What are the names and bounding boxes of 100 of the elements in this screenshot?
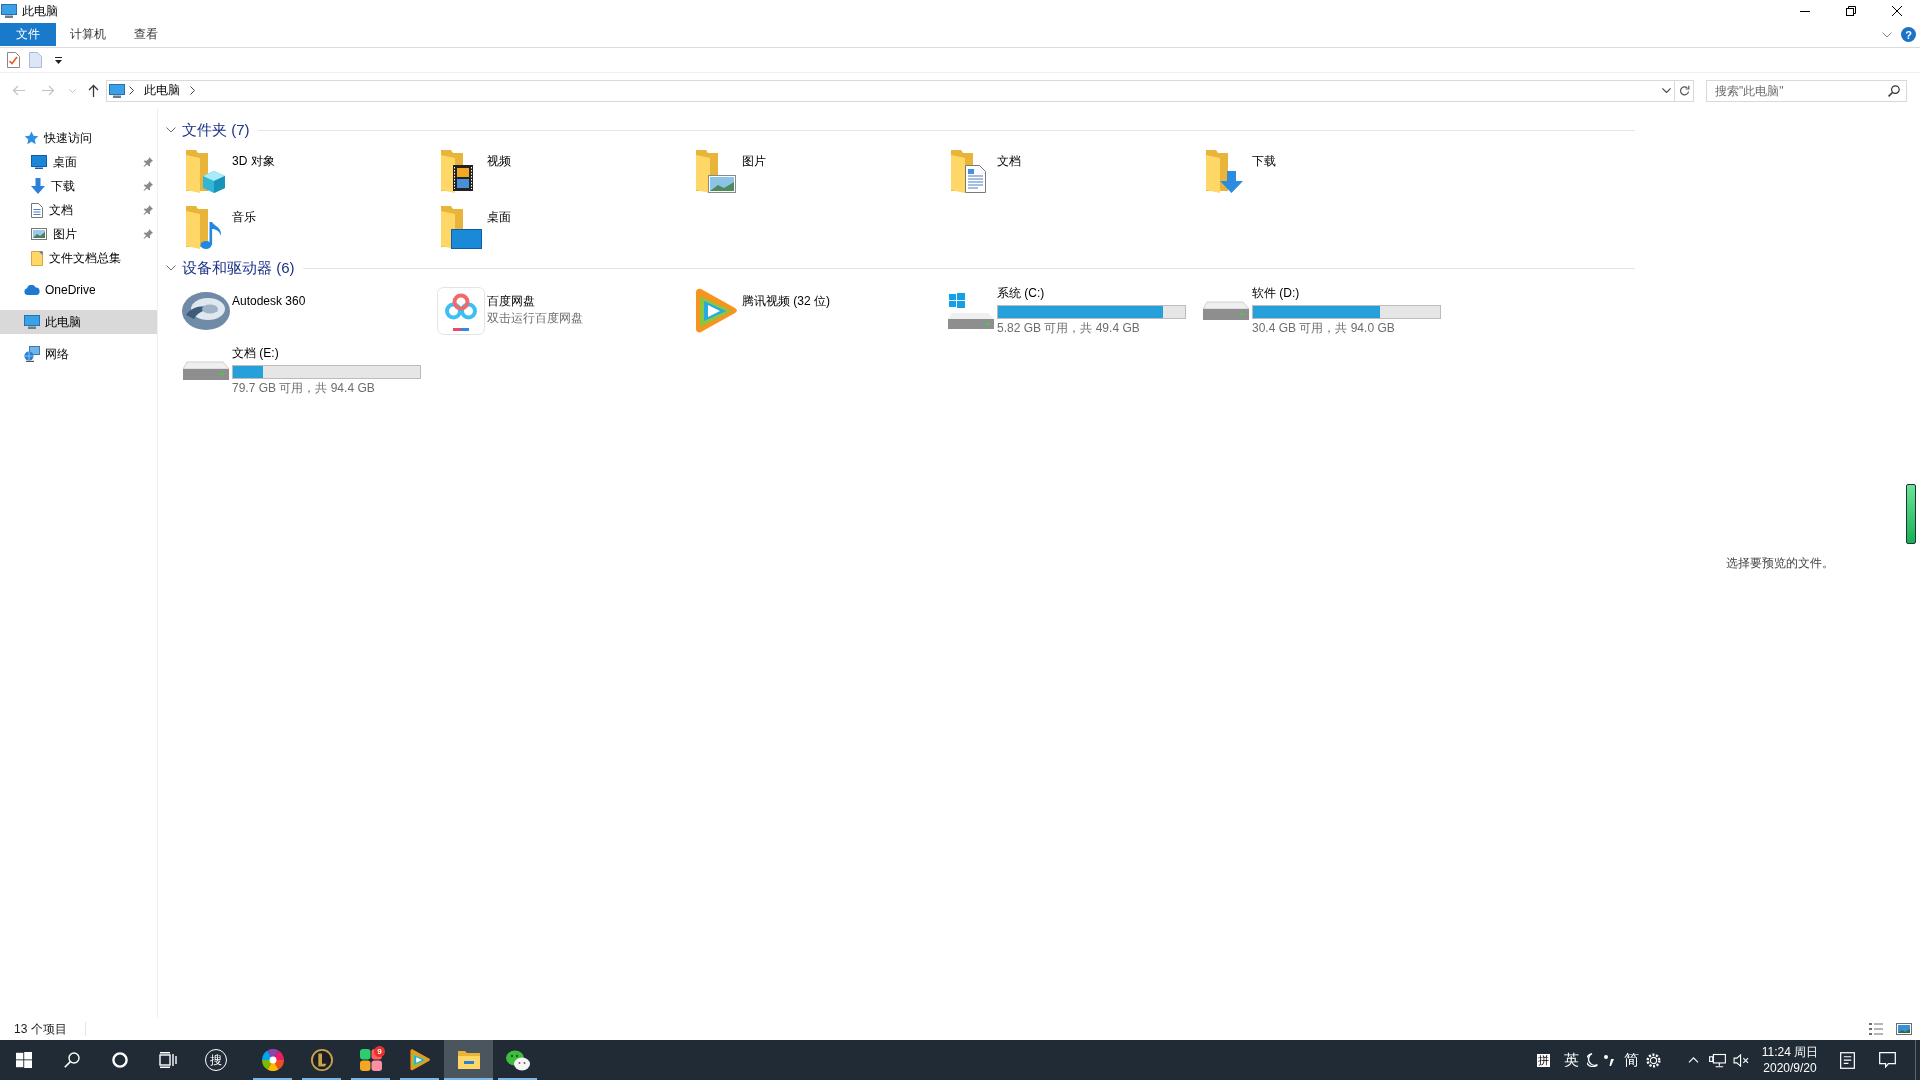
search-icon[interactable] bbox=[1888, 84, 1900, 97]
chevron-down-icon[interactable] bbox=[1662, 88, 1671, 93]
computer-icon bbox=[109, 83, 125, 98]
computer-icon bbox=[24, 315, 40, 329]
section-heading[interactable]: 文件夹 (7) bbox=[182, 120, 250, 140]
ring-icon[interactable] bbox=[112, 1052, 128, 1068]
three-rings-icon[interactable] bbox=[437, 287, 485, 335]
chevron-right-icon[interactable] bbox=[129, 86, 134, 95]
page-tick-icon[interactable] bbox=[7, 52, 20, 68]
search-field[interactable]: 搜索"此电脑" bbox=[1706, 79, 1907, 102]
close-icon[interactable] bbox=[1892, 6, 1902, 16]
sidebar-item[interactable]: 下载 bbox=[0, 174, 157, 198]
clock-date[interactable]: 2020/9/20 bbox=[1763, 1060, 1817, 1076]
sidebar-item[interactable]: 文档 bbox=[0, 198, 157, 222]
chat-bubbles-icon[interactable] bbox=[505, 1049, 530, 1071]
item-name[interactable]: 系统 (C:) bbox=[997, 285, 1045, 302]
input-mode-indicator[interactable]: 拼 bbox=[1537, 1053, 1550, 1067]
folder-screen-icon[interactable] bbox=[439, 204, 483, 250]
clock-time[interactable]: 11:24 周日 bbox=[1761, 1044, 1819, 1060]
windows-drive-icon[interactable] bbox=[948, 293, 994, 329]
minimize-icon[interactable] bbox=[1800, 10, 1810, 12]
item-name[interactable]: 腾讯视频 (32 位) bbox=[742, 293, 830, 310]
pin-icon[interactable] bbox=[143, 157, 153, 167]
network-icon bbox=[24, 346, 40, 362]
input-method-toggle[interactable]: 简 bbox=[1619, 1050, 1643, 1070]
taskbar-app-button[interactable]: 9 bbox=[346, 1040, 395, 1080]
page-icon bbox=[31, 250, 43, 266]
pinwheel-icon[interactable] bbox=[261, 1049, 284, 1071]
four-petal-icon[interactable] bbox=[359, 1049, 382, 1071]
sidebar-item[interactable]: 图片 bbox=[0, 222, 157, 246]
item-name[interactable]: 文档 bbox=[997, 153, 1021, 170]
star-icon bbox=[24, 131, 39, 145]
cloud-icon bbox=[24, 285, 40, 295]
sidebar-item[interactable]: 快速访问 bbox=[0, 126, 157, 150]
refresh-button[interactable] bbox=[1675, 79, 1694, 102]
gear-icon[interactable] bbox=[1645, 1052, 1661, 1068]
pin-icon[interactable] bbox=[143, 181, 153, 191]
search-icon[interactable] bbox=[64, 1052, 80, 1068]
sidebar-item[interactable]: 文件文档总集 bbox=[0, 246, 157, 270]
refresh-icon[interactable] bbox=[1678, 84, 1690, 97]
sidebar-item[interactable]: OneDrive bbox=[0, 278, 157, 302]
drive-icon[interactable] bbox=[183, 361, 229, 381]
help-button[interactable]: ? bbox=[1901, 27, 1916, 42]
chevron-up-icon[interactable] bbox=[1687, 1057, 1699, 1063]
folder-icon[interactable] bbox=[457, 1051, 480, 1069]
item-name[interactable]: 3D 对象 bbox=[232, 153, 275, 170]
sidebar-item[interactable]: 桌面 bbox=[0, 150, 157, 174]
chevron-down-icon[interactable] bbox=[165, 265, 176, 271]
speaker-muted-icon[interactable] bbox=[1732, 1053, 1750, 1067]
window-title: 此电脑 bbox=[22, 2, 58, 20]
notification-badge: 9 bbox=[374, 1046, 385, 1057]
moon-icon[interactable] bbox=[1586, 1053, 1598, 1067]
ribbon-tab[interactable]: 计算机 bbox=[56, 23, 120, 46]
pin-icon[interactable] bbox=[143, 229, 153, 239]
folder-picture-icon[interactable] bbox=[694, 148, 738, 194]
restore-icon[interactable] bbox=[1846, 6, 1856, 16]
monitor-icon[interactable] bbox=[1708, 1052, 1726, 1068]
item-name[interactable]: 图片 bbox=[742, 153, 766, 170]
screen-icon bbox=[31, 155, 47, 169]
drive-icon[interactable] bbox=[1203, 301, 1249, 321]
item-name[interactable]: Autodesk 360 bbox=[232, 293, 306, 310]
down-arrow-icon bbox=[31, 178, 45, 194]
sidebar-item[interactable]: 此电脑 bbox=[0, 310, 157, 334]
pin-icon[interactable] bbox=[143, 205, 153, 215]
dropdown-arrow-icon[interactable] bbox=[55, 56, 62, 64]
taskbar-app-button[interactable] bbox=[444, 1040, 493, 1080]
item-name[interactable]: 百度网盘 bbox=[487, 293, 535, 310]
preview-message: 选择要预览的文件。 bbox=[1726, 554, 1834, 572]
chevron-down-icon[interactable] bbox=[165, 127, 176, 133]
chevron-right-icon[interactable] bbox=[190, 86, 195, 95]
input-method-toggle[interactable]: 英 bbox=[1559, 1050, 1583, 1070]
sidebar-item[interactable]: 网络 bbox=[0, 342, 157, 366]
item-detail: 30.4 GB 可用，共 94.0 GB bbox=[1252, 320, 1395, 337]
ribbon-tab[interactable]: 查看 bbox=[120, 23, 172, 46]
up-arrow-icon[interactable] bbox=[87, 84, 99, 97]
item-name[interactable]: 音乐 bbox=[232, 209, 256, 226]
folder-cube-icon[interactable] bbox=[184, 148, 228, 194]
item-name[interactable]: 软件 (D:) bbox=[1252, 285, 1300, 302]
item-name[interactable]: 视频 bbox=[487, 153, 511, 170]
item-name[interactable]: 下载 bbox=[1252, 153, 1276, 170]
item-name[interactable]: 文档 (E:) bbox=[232, 345, 279, 362]
picture-icon bbox=[31, 228, 47, 240]
item-detail: 5.82 GB 可用，共 49.4 GB bbox=[997, 320, 1140, 337]
punctuation-icon[interactable] bbox=[1604, 1054, 1614, 1066]
swirl-icon[interactable] bbox=[182, 291, 230, 331]
section-heading[interactable]: 设备和驱动器 (6) bbox=[182, 258, 295, 278]
address-bar[interactable]: 此电脑 bbox=[106, 79, 1675, 102]
ribbon-tab[interactable]: 文件 bbox=[0, 23, 56, 46]
windows-logo-icon[interactable] bbox=[16, 1052, 32, 1068]
item-detail: 双击运行百度网盘 bbox=[487, 310, 583, 327]
input-tool-button[interactable]: 搜 bbox=[192, 1040, 240, 1080]
breadcrumb-item[interactable]: 此电脑 bbox=[138, 80, 186, 101]
message-bubble-icon[interactable] bbox=[1878, 1052, 1896, 1068]
play-triangle-icon[interactable] bbox=[408, 1049, 431, 1071]
task-view-icon[interactable] bbox=[159, 1052, 177, 1068]
round-emblem-icon[interactable] bbox=[310, 1049, 333, 1071]
notepad-icon[interactable] bbox=[1839, 1051, 1855, 1069]
side-handle[interactable] bbox=[1906, 484, 1916, 544]
item-name[interactable]: 桌面 bbox=[487, 209, 511, 226]
item-detail: 79.7 GB 可用，共 94.4 GB bbox=[232, 380, 375, 397]
